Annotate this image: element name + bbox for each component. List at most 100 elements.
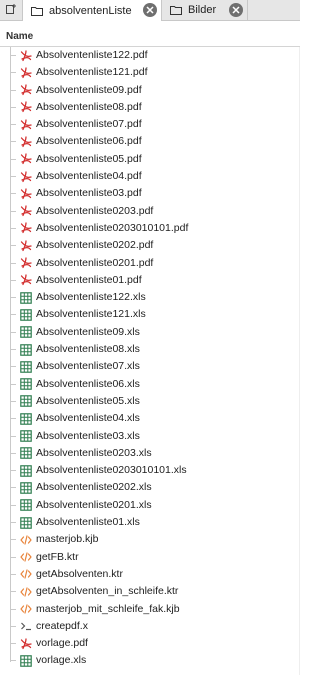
file-row[interactable]: Absolventenliste121.pdf <box>0 64 300 82</box>
file-name: getAbsolventen_in_schleife.ktr <box>36 585 179 598</box>
pdf-icon <box>19 84 32 97</box>
file-row[interactable]: Absolventenliste121.xls <box>0 306 300 324</box>
file-row[interactable]: getFB.ktr <box>0 548 300 566</box>
file-row[interactable]: Absolventenliste0203010101.pdf <box>0 219 300 238</box>
spreadsheet-icon <box>19 447 32 460</box>
tree-guide-tick <box>10 106 16 108</box>
tree-guide-tick <box>10 227 16 229</box>
file-row[interactable]: Absolventenliste122.xls <box>0 289 300 307</box>
file-row[interactable]: Absolventenliste07.xls <box>0 358 300 376</box>
pdf-icon <box>19 49 32 62</box>
file-name: Absolventenliste01.xls <box>36 516 140 529</box>
file-name: vorlage.xls <box>36 654 87 667</box>
file-name: Absolventenliste01.pdf <box>36 273 142 286</box>
file-row[interactable]: getAbsolventen_in_schleife.ktr <box>0 583 300 601</box>
spreadsheet-icon <box>19 291 32 304</box>
file-name: createpdf.x <box>36 619 88 632</box>
file-row[interactable]: vorlage.xls <box>0 652 300 669</box>
file-name: Absolventenliste04.pdf <box>36 170 142 183</box>
close-icon[interactable] <box>143 3 157 17</box>
file-row[interactable]: Absolventenliste0203010101.xls <box>0 462 300 480</box>
name-column-header[interactable]: Name <box>6 31 33 42</box>
file-row[interactable]: Absolventenliste0202.pdf <box>0 237 300 255</box>
file-name: Absolventenliste0203010101.xls <box>36 464 187 477</box>
file-name: getFB.ktr <box>36 550 79 563</box>
tree-guide-tick <box>10 314 16 316</box>
file-row[interactable]: Absolventenliste03.xls <box>0 427 300 445</box>
code-icon <box>19 533 32 546</box>
file-name: Absolventenliste0201.pdf <box>36 256 154 269</box>
file-name: Absolventenliste05.xls <box>36 394 140 407</box>
tree-guide-tick <box>10 522 16 524</box>
file-row[interactable]: Absolventenliste01.pdf <box>0 271 300 290</box>
file-row[interactable]: Absolventenliste08.xls <box>0 341 300 359</box>
file-row[interactable]: Absolventenliste122.pdf <box>0 47 300 65</box>
new-tab-icon <box>5 3 17 18</box>
code-icon <box>19 551 32 564</box>
tree-guide-tick <box>10 660 16 662</box>
tree-guide-tick <box>10 504 16 506</box>
pdf-icon <box>19 205 32 218</box>
file-row[interactable]: getAbsolventen.ktr <box>0 565 300 584</box>
new-tab-button[interactable] <box>0 0 23 20</box>
file-name: Absolventenliste04.xls <box>36 412 140 425</box>
pdf-icon <box>19 153 32 166</box>
tab-label: absolventenListe <box>49 4 132 17</box>
file-name: Absolventenliste121.pdf <box>36 66 148 79</box>
file-row[interactable]: Absolventenliste04.xls <box>0 410 300 428</box>
file-row[interactable]: Absolventenliste0201.pdf <box>0 254 300 272</box>
file-name: Absolventenliste09.xls <box>36 325 140 338</box>
file-row[interactable]: Absolventenliste07.pdf <box>0 116 300 134</box>
tree-guide-tick <box>10 245 16 247</box>
file-name: Absolventenliste0201.xls <box>36 498 152 511</box>
scrollbar-track[interactable] <box>299 47 300 675</box>
tree-guide-tick <box>10 470 16 472</box>
spreadsheet-icon <box>19 308 32 321</box>
file-row[interactable]: createpdf.x <box>0 617 300 636</box>
close-icon[interactable] <box>229 3 243 17</box>
file-row[interactable]: Absolventenliste03.pdf <box>0 185 300 203</box>
pdf-icon <box>19 135 32 148</box>
file-row[interactable]: masterjob.kjb <box>0 531 300 549</box>
file-name: getAbsolventen.ktr <box>36 567 123 580</box>
file-row[interactable]: Absolventenliste09.pdf <box>0 81 300 99</box>
spreadsheet-icon <box>19 430 32 443</box>
file-row[interactable]: Absolventenliste09.xls <box>0 323 300 342</box>
file-name: Absolventenliste0203.xls <box>36 446 152 459</box>
tab-bilder[interactable]: Bilder <box>162 0 248 20</box>
terminal-icon <box>19 620 32 633</box>
file-row[interactable]: Absolventenliste0203.xls <box>0 444 300 463</box>
spreadsheet-icon <box>19 499 32 512</box>
tree-guide-tick <box>10 366 16 368</box>
tab-label: Bilder <box>188 4 217 16</box>
tree-guide-tick <box>10 418 16 420</box>
file-row[interactable]: vorlage.pdf <box>0 635 300 653</box>
spreadsheet-icon <box>19 360 32 373</box>
pdf-icon <box>19 257 32 270</box>
file-row[interactable]: Absolventenliste05.pdf <box>0 150 300 169</box>
tree-guide-tick <box>10 591 16 593</box>
file-row[interactable]: Absolventenliste04.pdf <box>0 168 300 186</box>
file-row[interactable]: Absolventenliste06.pdf <box>0 133 300 151</box>
file-row[interactable]: Absolventenliste0203.pdf <box>0 202 300 220</box>
file-name: Absolventenliste0203010101.pdf <box>36 221 189 234</box>
spreadsheet-icon <box>19 481 32 494</box>
file-row[interactable]: Absolventenliste0201.xls <box>0 496 300 515</box>
spreadsheet-icon <box>19 378 32 391</box>
file-name: Absolventenliste03.pdf <box>36 187 142 200</box>
file-row[interactable]: Absolventenliste05.xls <box>0 392 300 411</box>
file-row[interactable]: Absolventenliste01.xls <box>0 514 300 532</box>
file-name: Absolventenliste0202.xls <box>36 481 152 494</box>
file-name: Absolventenliste07.pdf <box>36 118 142 131</box>
tree-guide-tick <box>10 141 16 143</box>
tree-guide-tick <box>10 124 16 126</box>
folder-icon <box>170 5 182 15</box>
tree-guide-tick <box>10 643 16 645</box>
file-row[interactable]: Absolventenliste0202.xls <box>0 479 300 497</box>
tab-absolventenliste[interactable]: absolventenListe <box>23 0 162 21</box>
tree-guide-tick <box>10 400 16 402</box>
file-row[interactable]: Absolventenliste06.xls <box>0 375 300 393</box>
file-row[interactable]: masterjob_mit_schleife_fak.kjb <box>0 600 300 618</box>
file-name: Absolventenliste08.pdf <box>36 100 142 113</box>
file-row[interactable]: Absolventenliste08.pdf <box>0 98 300 117</box>
